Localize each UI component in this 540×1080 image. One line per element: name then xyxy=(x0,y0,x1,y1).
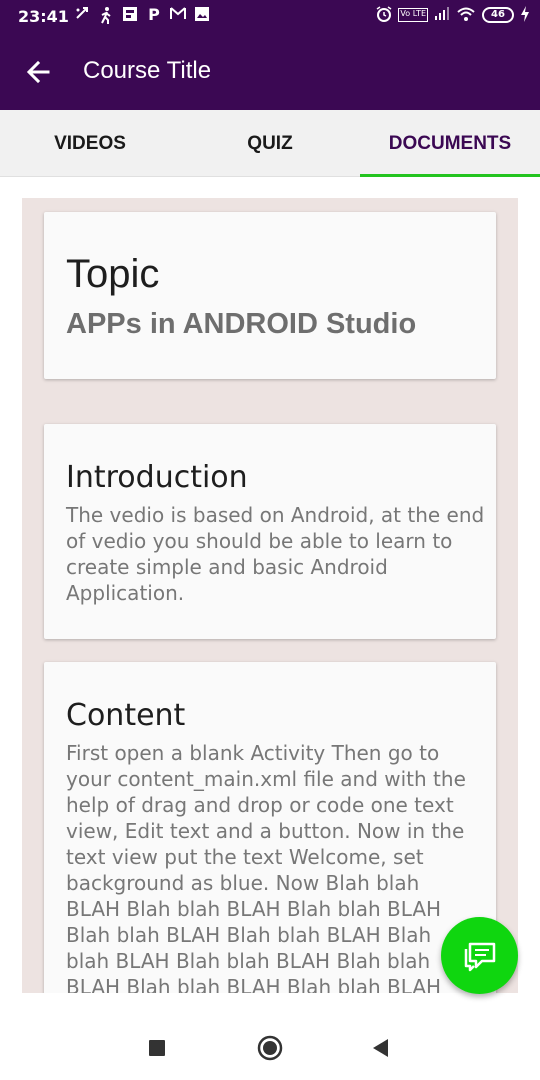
recents-button[interactable] xyxy=(142,1033,172,1063)
paytm-icon: P xyxy=(148,5,160,24)
tab-quiz[interactable]: QUIZ xyxy=(180,110,360,176)
gallery-icon xyxy=(194,6,210,24)
documents-scroll-panel[interactable]: Topic APPs in ANDROID Studio Introductio… xyxy=(22,198,518,993)
missed-call-icon xyxy=(74,6,90,24)
back-button[interactable] xyxy=(22,55,56,89)
nav-back-button[interactable] xyxy=(366,1033,396,1063)
app-bar: Course Title xyxy=(0,33,540,110)
content-heading: Content xyxy=(66,698,186,733)
introduction-card: Introduction The vedio is based on Andro… xyxy=(44,424,496,639)
chat-fab-button[interactable] xyxy=(441,917,518,994)
page-title: Course Title xyxy=(83,57,212,84)
topic-card: Topic APPs in ANDROID Studio xyxy=(44,212,496,379)
introduction-heading: Introduction xyxy=(66,460,248,495)
topic-heading: Topic xyxy=(66,252,160,296)
system-nav-bar xyxy=(0,1015,540,1080)
charging-icon xyxy=(520,6,530,24)
back-triangle-icon xyxy=(373,1039,388,1057)
tab-documents[interactable]: DOCUMENTS xyxy=(360,110,540,177)
home-button[interactable] xyxy=(255,1033,285,1063)
battery-icon: 46 xyxy=(482,7,514,23)
status-time: 23:41 xyxy=(18,7,69,26)
arrow-left-icon xyxy=(26,60,50,84)
status-right-icons: Vo LTE 46 xyxy=(376,6,530,24)
gmail-icon xyxy=(170,6,186,24)
recents-square-icon xyxy=(149,1040,165,1056)
chat-icon xyxy=(464,942,496,972)
walking-icon xyxy=(98,6,114,24)
introduction-body: The vedio is based on Android, at the en… xyxy=(66,503,485,605)
content-body: First open a blank Activity Then go to y… xyxy=(66,741,466,993)
signal-icon xyxy=(434,6,450,24)
home-circle-icon xyxy=(257,1035,283,1061)
wifi-icon xyxy=(456,6,476,24)
tab-bar: VIDEOS QUIZ DOCUMENTS xyxy=(0,110,540,177)
status-bar: 23:41 P Vo LTE 46 xyxy=(0,0,540,33)
alarm-icon xyxy=(376,6,392,24)
volte-icon: Vo LTE xyxy=(398,8,428,22)
tab-videos[interactable]: VIDEOS xyxy=(0,110,180,176)
app-icon xyxy=(122,6,138,24)
topic-subtitle: APPs in ANDROID Studio xyxy=(66,308,417,340)
status-left-icons: P xyxy=(74,6,210,24)
content-card: Content First open a blank Activity Then… xyxy=(44,662,496,993)
